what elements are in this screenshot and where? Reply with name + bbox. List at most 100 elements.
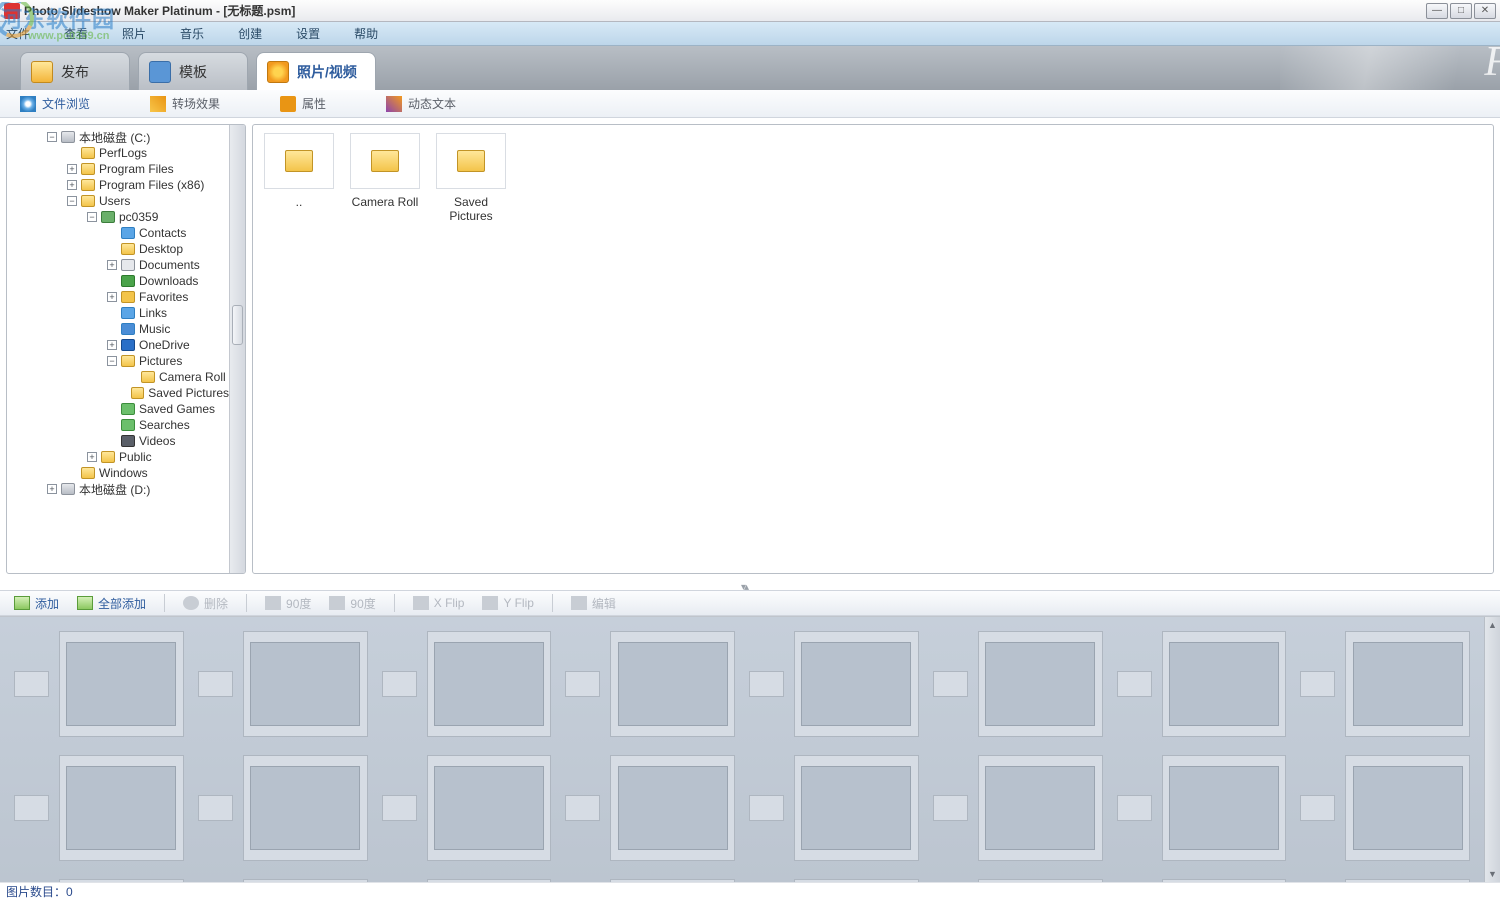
splitter[interactable]: ▾▴ [0,580,1500,590]
action-addall-1[interactable]: 全部添加 [77,595,146,612]
file-item[interactable]: Saved Pictures [433,133,509,223]
slide-slot[interactable] [243,879,368,882]
expand-icon[interactable]: + [67,164,77,174]
transition-slot[interactable] [1117,671,1152,697]
slide-slot[interactable] [978,631,1103,737]
transition-slot[interactable] [14,795,49,821]
tree-node[interactable]: Links [7,305,229,321]
subtab-0[interactable]: 文件浏览 [20,95,90,112]
slide-slot[interactable] [1162,755,1287,861]
file-item[interactable]: .. [261,133,337,223]
transition-slot[interactable] [1117,795,1152,821]
expand-icon[interactable]: + [47,484,57,494]
tree-node[interactable]: Desktop [7,241,229,257]
transition-slot[interactable] [382,671,417,697]
slide-slot[interactable] [243,755,368,861]
expand-icon[interactable]: − [47,132,57,142]
tree-node[interactable]: −Users [7,193,229,209]
maximize-button[interactable]: □ [1450,3,1472,19]
tree-node[interactable]: +Program Files (x86) [7,177,229,193]
slide-slot[interactable] [427,631,552,737]
slide-slot[interactable] [794,631,919,737]
slide-slot[interactable] [610,755,735,861]
transition-slot[interactable] [933,795,968,821]
expand-icon[interactable]: − [87,212,97,222]
tree-node[interactable]: −pc0359 [7,209,229,225]
transition-slot[interactable] [14,671,49,697]
menu-5[interactable]: 设置 [296,25,320,42]
tree-node[interactable]: Windows [7,465,229,481]
slide-slot[interactable] [794,755,919,861]
tree-node[interactable]: +Program Files [7,161,229,177]
menu-6[interactable]: 帮助 [354,25,378,42]
tree-node[interactable]: +Public [7,449,229,465]
slide-slot[interactable] [1345,755,1470,861]
menu-1[interactable]: 查看 [64,25,88,42]
menu-0[interactable]: 文件 [6,25,30,42]
tree-node[interactable]: −Pictures [7,353,229,369]
transition-slot[interactable] [1300,795,1335,821]
subtab-1[interactable]: 转场效果 [150,95,220,112]
subtab-2[interactable]: 属性 [280,95,326,112]
timeline-scrollbar[interactable]: ▲▼ [1484,617,1500,882]
transition-slot[interactable] [382,795,417,821]
menu-4[interactable]: 创建 [238,25,262,42]
slide-slot[interactable] [1162,879,1287,882]
main-tab-1[interactable]: 模板 [138,52,248,90]
tree-node[interactable]: +Favorites [7,289,229,305]
tree-node[interactable]: Saved Pictures [7,385,229,401]
slide-slot[interactable] [1162,631,1287,737]
transition-slot[interactable] [565,671,600,697]
slide-slot[interactable] [427,755,552,861]
expand-icon[interactable]: − [107,356,117,366]
tree-node[interactable]: Contacts [7,225,229,241]
subtab-3[interactable]: 动态文本 [386,95,456,112]
slide-slot[interactable] [610,631,735,737]
menu-3[interactable]: 音乐 [180,25,204,42]
tree-scrollbar[interactable] [229,125,245,573]
slide-slot[interactable] [59,755,184,861]
minimize-button[interactable]: — [1426,3,1448,19]
tree-node[interactable]: Saved Games [7,401,229,417]
folder-tree[interactable]: −本地磁盘 (C:)PerfLogs+Program Files+Program… [7,125,229,573]
transition-slot[interactable] [198,795,233,821]
transition-slot[interactable] [749,671,784,697]
slide-slot[interactable] [427,879,552,882]
slide-slot[interactable] [978,755,1103,861]
transition-slot[interactable] [1300,671,1335,697]
transition-slot[interactable] [749,795,784,821]
expand-icon[interactable]: − [67,196,77,206]
expand-icon[interactable]: + [107,292,117,302]
action-add-0[interactable]: 添加 [14,595,59,612]
tree-node[interactable]: Videos [7,433,229,449]
tree-node[interactable]: PerfLogs [7,145,229,161]
slide-slot[interactable] [1345,879,1470,882]
main-tab-0[interactable]: 照片/视频 [256,52,376,90]
tree-node[interactable]: Searches [7,417,229,433]
slide-slot[interactable] [794,879,919,882]
menu-2[interactable]: 照片 [122,25,146,42]
transition-slot[interactable] [565,795,600,821]
expand-icon[interactable]: + [67,180,77,190]
slide-slot[interactable] [243,631,368,737]
timeline[interactable] [0,617,1484,882]
tree-node[interactable]: −本地磁盘 (C:) [7,129,229,145]
slide-slot[interactable] [59,631,184,737]
file-item[interactable]: Camera Roll [347,133,423,223]
transition-slot[interactable] [933,671,968,697]
tree-node[interactable]: +OneDrive [7,337,229,353]
close-button[interactable]: ✕ [1474,3,1496,19]
slide-slot[interactable] [610,879,735,882]
tree-node[interactable]: +Documents [7,257,229,273]
expand-icon[interactable]: + [107,260,117,270]
tree-node[interactable]: Downloads [7,273,229,289]
tree-node[interactable]: Camera Roll [7,369,229,385]
transition-slot[interactable] [198,671,233,697]
expand-icon[interactable]: + [87,452,97,462]
slide-slot[interactable] [978,879,1103,882]
slide-slot[interactable] [1345,631,1470,737]
slide-slot[interactable] [59,879,184,882]
expand-icon[interactable]: + [107,340,117,350]
main-tab-2[interactable]: 发布 [20,52,130,90]
tree-node[interactable]: Music [7,321,229,337]
